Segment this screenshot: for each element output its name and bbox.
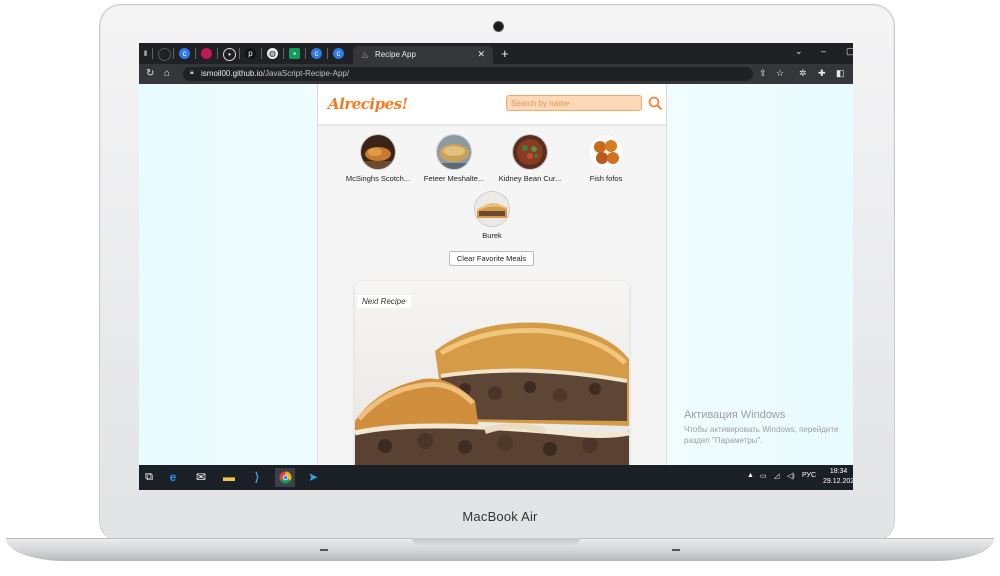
clock-time: 18:34 — [829, 468, 848, 475]
url-text: ismoil00.github.io/JavaScript-Recipe-App… — [201, 69, 349, 78]
chrome-app-tab-icon[interactable]: c — [311, 48, 322, 59]
github-tab-icon[interactable] — [158, 48, 171, 61]
new-tab-icon[interactable]: + — [501, 46, 509, 61]
network-icon[interactable]: ◿ — [774, 472, 779, 480]
image-tab-icon[interactable]: ▪ — [289, 48, 300, 59]
recipe-app: Alrecipes! McSinghs Scotch... — [317, 84, 667, 465]
circle-tab-icon[interactable]: • — [223, 48, 236, 61]
globe-tab-icon[interactable]: ◍ — [267, 48, 278, 59]
meal-thumbnail[interactable] — [512, 134, 548, 170]
start-icon[interactable]: ⧉ — [139, 468, 159, 487]
tab-title: Recipe App — [375, 50, 416, 59]
minimize-icon[interactable]: – — [821, 46, 826, 56]
extension-gear-icon[interactable]: ✲ — [799, 68, 807, 79]
puzzle-icon[interactable]: ✚ — [818, 68, 826, 79]
tab-separator — [261, 48, 262, 59]
tab-bar: ▮ c • p ◍ ▪ c c ♨ Recipe App ✕ + ⌄ – ▢ — [139, 43, 853, 64]
tab-separator — [217, 48, 218, 59]
favorite-meal-name: Feteer Meshalte... — [423, 174, 485, 183]
random-meal-card[interactable]: Next Recipe — [355, 281, 629, 465]
watermark-title: Активация Windows — [684, 409, 786, 421]
battery-icon[interactable]: ▭ — [760, 472, 767, 480]
chrome-app-tab-icon[interactable]: c — [179, 48, 190, 59]
laptop-foot — [320, 549, 328, 551]
chevron-up-icon[interactable]: ▲ — [747, 472, 754, 479]
meal-thumbnail[interactable] — [588, 134, 624, 170]
p-tab-icon[interactable]: p — [245, 48, 256, 59]
language-indicator[interactable]: РУС — [802, 472, 816, 479]
chef-hat-icon: ♨ — [361, 50, 370, 60]
vscode-icon[interactable]: ⟩ — [247, 468, 267, 487]
windows-activation-watermark: Активация Windows Чтобы активировать Win… — [684, 409, 838, 446]
favorite-meal[interactable]: Kidney Bean Cur... — [490, 134, 570, 183]
app-logo[interactable]: Alrecipes! — [328, 95, 408, 113]
screen: ▮ c • p ◍ ▪ c c ♨ Recipe App ✕ + ⌄ – ▢ ↻… — [139, 43, 853, 490]
clock-date: 29.12.202 — [823, 478, 853, 485]
tab-separator — [195, 48, 196, 59]
chrome-icon[interactable] — [275, 468, 295, 487]
star-icon[interactable]: ☆ — [776, 68, 784, 79]
search-icon[interactable] — [648, 95, 662, 111]
meal-thumbnail[interactable] — [360, 134, 396, 170]
tab-separator — [173, 48, 174, 59]
windows-taskbar: ⧉ e ✉ ▬ ⟩ ➤ ▲ ▭ ◿ ◁) РУС 18:34 29.12.202 — [139, 465, 853, 490]
active-tab[interactable]: ♨ Recipe App ✕ — [353, 46, 493, 64]
home-icon[interactable]: ⌂ — [164, 68, 170, 79]
tab-separator — [239, 48, 240, 59]
webcam — [493, 21, 504, 32]
meal-image — [355, 281, 629, 465]
clear-favorites-button[interactable]: Clear Favorite Meals — [449, 251, 534, 266]
favorite-meal[interactable]: Feteer Meshalte... — [414, 134, 494, 183]
share-icon[interactable]: ⇪ — [759, 68, 767, 79]
close-tab-icon[interactable]: ✕ — [477, 49, 485, 60]
browser-toolbar: ↻ ⌂ 🔒︎ ismoil00.github.io/JavaScript-Rec… — [139, 64, 853, 84]
edge-icon[interactable]: e — [163, 468, 183, 487]
device-label: MacBook Air — [462, 509, 538, 524]
clock[interactable]: 18:34 29.12.202 — [823, 467, 853, 487]
tab-separator — [283, 48, 284, 59]
chevron-down-icon[interactable]: ⌄ — [795, 46, 803, 57]
restore-icon[interactable]: ▢ — [846, 46, 853, 57]
favorite-meal[interactable]: Burek — [452, 191, 532, 240]
page-viewport: Alrecipes! McSinghs Scotch... — [139, 84, 853, 465]
laptop-notch — [412, 538, 580, 545]
next-recipe-button[interactable]: Next Recipe — [357, 295, 411, 308]
favorite-meal-name: Fish fofos — [589, 174, 623, 183]
tab-icon[interactable]: ▮ — [140, 48, 151, 59]
favorite-meal[interactable]: Fish fofos — [566, 134, 646, 183]
favorite-meal[interactable]: McSinghs Scotch... — [338, 134, 418, 183]
meal-thumbnail[interactable] — [436, 134, 472, 170]
tab-separator — [305, 48, 306, 59]
favorite-meal-name: Kidney Bean Cur... — [498, 174, 562, 183]
app-header: Alrecipes! — [318, 84, 666, 125]
record-tab-icon[interactable] — [201, 48, 212, 59]
chrome-app-tab-icon[interactable]: c — [333, 48, 344, 59]
url-path: /JavaScript-Recipe-App/ — [262, 69, 350, 78]
mail-icon[interactable]: ✉ — [191, 468, 211, 487]
tab-separator — [327, 48, 328, 59]
lock-icon: 🔒︎ — [190, 69, 194, 76]
watermark-line: Чтобы активировать Windows, перейдите — [684, 425, 839, 434]
side-panel-icon[interactable]: ◧ — [836, 68, 845, 79]
folder-icon[interactable]: ▬ — [219, 468, 239, 487]
volume-icon[interactable]: ◁) — [787, 472, 795, 480]
laptop-foot — [672, 549, 680, 551]
watermark-line: раздел "Параметры". — [684, 436, 763, 445]
telegram-icon[interactable]: ➤ — [303, 468, 323, 487]
meal-thumbnail[interactable] — [474, 191, 510, 227]
address-bar[interactable]: 🔒︎ ismoil00.github.io/JavaScript-Recipe-… — [183, 67, 753, 81]
favorite-meal-name: Burek — [482, 231, 502, 240]
favorite-meal-name: McSinghs Scotch... — [345, 174, 411, 183]
url-host: ismoil00.github.io — [201, 69, 263, 78]
search-input[interactable] — [506, 95, 642, 111]
tab-separator — [152, 48, 153, 59]
reload-icon[interactable]: ↻ — [146, 68, 154, 79]
